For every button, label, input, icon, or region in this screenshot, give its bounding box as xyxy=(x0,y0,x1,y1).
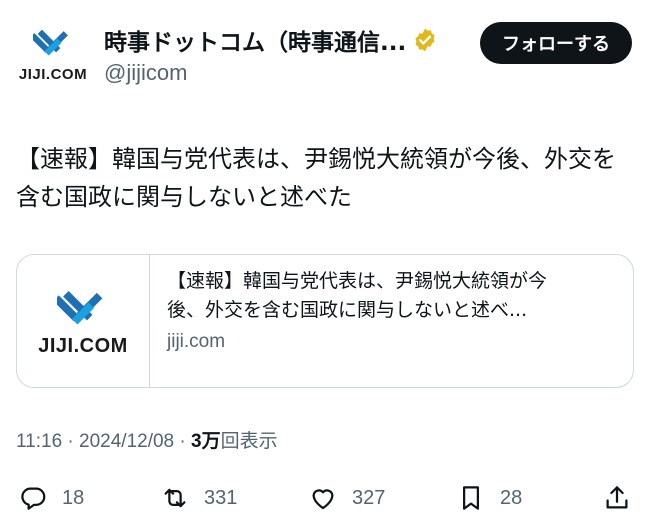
card-domain: jiji.com xyxy=(167,331,226,352)
tweet-text: 【速報】韓国与党代表は、尹錫悦大統領が今後、外交を含む国政に関与しないと述べた xyxy=(16,145,616,211)
bookmark-icon xyxy=(463,486,479,510)
bookmark-button[interactable]: 28 xyxy=(456,478,522,518)
follow-button[interactable]: フォローする xyxy=(480,22,632,64)
heart-icon xyxy=(312,489,334,510)
card-title-line-1: 【速報】韓国与党代表は、尹錫悦大統領が今 xyxy=(167,270,548,292)
handle[interactable]: @jijicom xyxy=(104,60,438,86)
reply-icon xyxy=(21,487,46,510)
card-title: 【速報】韓国与党代表は、尹錫悦大統領が今 後、外交を含む国政に関与しないと述べ.… xyxy=(167,267,617,325)
share-button[interactable] xyxy=(602,478,632,518)
bookmark-count: 28 xyxy=(500,486,523,509)
author-block: 時事ドットコム（時事通信... @jijicom xyxy=(104,22,438,86)
tweet-meta: 11:16 · 2024/12/08 · 3万回表示 xyxy=(16,426,278,453)
repost-icon xyxy=(164,488,186,508)
tweet-time[interactable]: 11:16 xyxy=(16,431,62,452)
link-card[interactable]: JIJI.COM 【速報】韓国与党代表は、尹錫悦大統領が今 後、外交を含む国政に… xyxy=(16,254,634,388)
display-name[interactable]: 時事ドットコム（時事通信... xyxy=(104,23,406,57)
display-name-row: 時事ドットコム（時事通信... xyxy=(104,22,438,58)
avatar-logo-text: JIJI.COM xyxy=(18,66,88,83)
reply-count: 18 xyxy=(62,486,85,509)
views-count: 3万 xyxy=(191,431,221,452)
tweet-header: JIJI.COM 時事ドットコム（時事通信... @jijicom フォローする xyxy=(16,20,634,90)
like-button[interactable]: 327 xyxy=(308,478,385,518)
share-icon xyxy=(606,486,628,509)
verified-badge-icon[interactable] xyxy=(412,27,438,53)
meta-separator: · xyxy=(179,431,186,452)
jiji-logo-icon xyxy=(33,29,68,56)
repost-count: 331 xyxy=(204,486,238,509)
views-label: 回表示 xyxy=(220,430,278,452)
reply-button[interactable]: 18 xyxy=(18,478,84,518)
jiji-logo-icon xyxy=(57,290,103,325)
card-thumbnail[interactable]: JIJI.COM xyxy=(17,255,150,387)
card-logo-text: JIJI.COM xyxy=(38,335,128,357)
like-count: 327 xyxy=(352,486,386,509)
action-bar: 18 331 327 28 xyxy=(16,478,634,518)
card-title-line-2: 後、外交を含む国政に関与しないと述べ... xyxy=(167,299,528,321)
card-body[interactable]: 【速報】韓国与党代表は、尹錫悦大統領が今 後、外交を含む国政に関与しないと述べ.… xyxy=(167,267,617,353)
meta-separator: · xyxy=(67,431,74,452)
avatar[interactable]: JIJI.COM xyxy=(16,24,90,84)
tweet-date[interactable]: 2024/12/08 xyxy=(79,431,174,452)
repost-button[interactable]: 331 xyxy=(160,478,237,518)
